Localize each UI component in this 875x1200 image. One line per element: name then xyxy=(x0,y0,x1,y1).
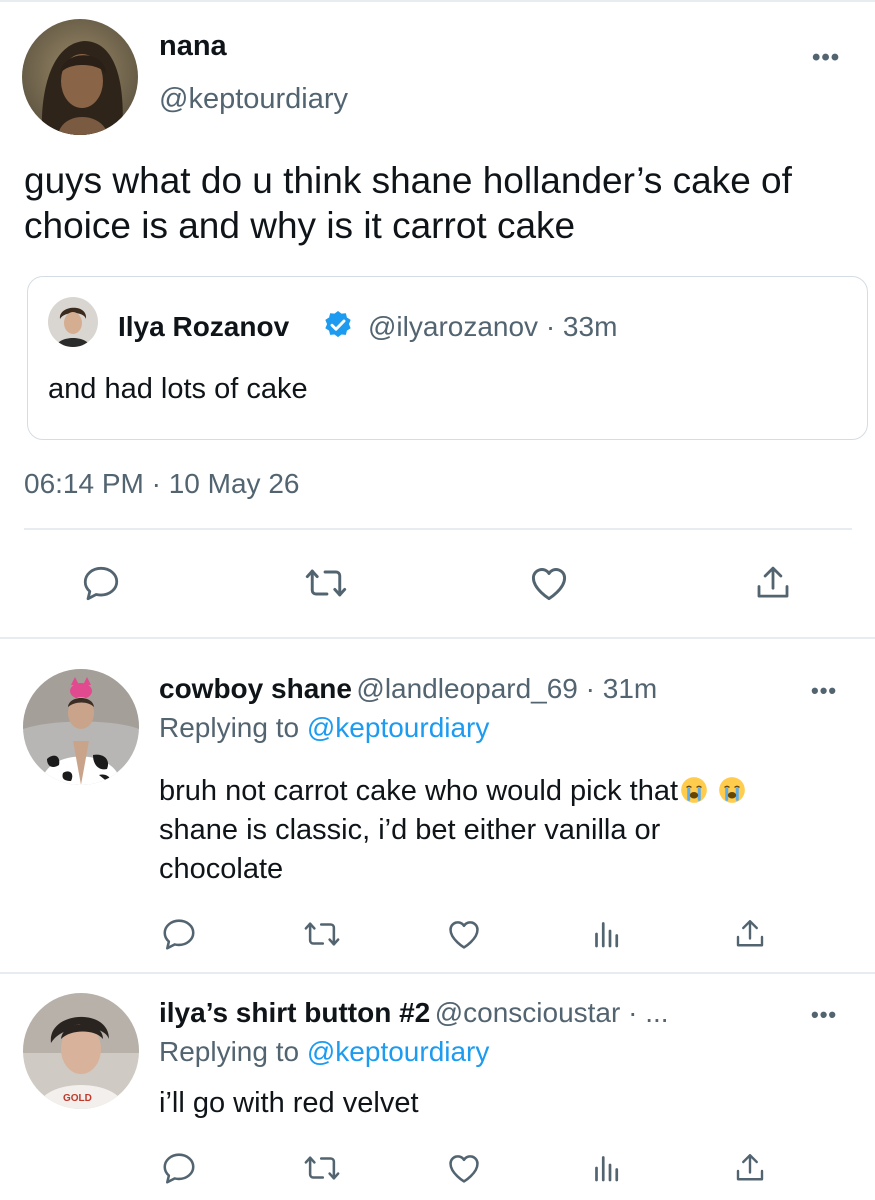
quoted-tweet-card[interactable] xyxy=(27,276,868,440)
like-icon xyxy=(445,915,483,953)
reply-2-reply-button[interactable] xyxy=(159,1148,199,1188)
reply-1-meta[interactable]: @landleopard_69 · 31m xyxy=(356,673,657,704)
share-icon xyxy=(732,1150,768,1186)
retweet-icon xyxy=(304,561,348,605)
retweet-icon xyxy=(303,915,341,953)
retweet-button[interactable] xyxy=(303,560,349,606)
like-button[interactable] xyxy=(526,560,572,606)
reply-1-avatar[interactable] xyxy=(23,669,139,785)
quoted-tweet-text: and had lots of cake xyxy=(48,373,308,405)
like-icon xyxy=(445,1149,483,1187)
main-tweet-text: guys what do u think shane hollander’s c… xyxy=(24,160,792,246)
share-icon xyxy=(732,916,768,952)
reply-1-reply-button[interactable] xyxy=(159,914,199,954)
reply-1-views-button[interactable] xyxy=(587,914,627,954)
reply-1-header: cowboy shane @landleopard_69 · 31m xyxy=(159,672,657,706)
reply-1-mention-link[interactable]: @keptourdiary xyxy=(307,712,490,743)
quoted-author-avatar[interactable] xyxy=(48,297,98,347)
reply-2-meta[interactable]: @conscioustar · ... xyxy=(435,997,669,1028)
reply-2-text: i’ll go with red velvet xyxy=(159,1087,419,1119)
reply-divider xyxy=(0,972,875,974)
share-button[interactable] xyxy=(750,560,796,606)
reply-1-share-button[interactable] xyxy=(730,914,770,954)
more-icon[interactable]: ••• xyxy=(812,46,840,70)
svg-text:GOLD: GOLD xyxy=(63,1093,92,1104)
reply-2-retweet-button[interactable] xyxy=(302,1148,342,1188)
like-icon xyxy=(527,561,571,605)
reply-icon xyxy=(160,915,198,953)
main-author-handle[interactable]: @keptourdiary xyxy=(159,82,348,116)
main-author-avatar[interactable] xyxy=(22,19,138,135)
reply-2-like-button[interactable] xyxy=(444,1148,484,1188)
reply-2-mention-link[interactable]: @keptourdiary xyxy=(307,1036,490,1067)
reply-1-replying-to: Replying to @keptourdiary xyxy=(159,712,490,743)
top-divider xyxy=(0,0,875,2)
reply-button[interactable] xyxy=(78,560,124,606)
share-icon xyxy=(752,562,794,604)
reply-1-text-line1: bruh not carrot cake who would pick that xyxy=(159,775,679,807)
views-icon xyxy=(589,916,625,952)
reply-2-avatar[interactable]: GOLD xyxy=(23,993,139,1109)
reply-1-more-icon[interactable]: ••• xyxy=(811,680,837,702)
tweet-divider xyxy=(0,637,875,639)
reply-icon xyxy=(160,1149,198,1187)
loudly-crying-face-emoji-2 xyxy=(718,776,746,804)
reply-2-replying-to: Replying to @keptourdiary xyxy=(159,1036,490,1067)
main-author-name[interactable]: nana xyxy=(159,29,227,63)
tweet-timestamp[interactable]: 06:14 PM · 10 May 26 xyxy=(24,468,299,500)
reply-2-views-button[interactable] xyxy=(587,1148,627,1188)
loudly-crying-face-emoji xyxy=(680,776,708,804)
reply-2-share-button[interactable] xyxy=(730,1148,770,1188)
reply-2-author-name[interactable]: ilya’s shirt button #2 xyxy=(159,997,430,1028)
quoted-author-handle[interactable]: @ilyarozanov · 33m xyxy=(368,311,617,343)
verified-badge-icon xyxy=(322,309,354,341)
reply-2-header: ilya’s shirt button #2 @conscioustar · .… xyxy=(159,996,669,1030)
quoted-author-name[interactable]: Ilya Rozanov xyxy=(118,311,289,343)
reply-1-text: bruh not carrot cake who would pick that… xyxy=(159,772,859,889)
reply-1-retweet-button[interactable] xyxy=(302,914,342,954)
action-divider xyxy=(24,528,852,530)
views-icon xyxy=(589,1150,625,1186)
reply-1-text-line3: chocolate xyxy=(159,853,284,885)
reply-1-text-line2: shane is classic, i’d bet either vanilla… xyxy=(159,814,661,846)
reply-1-author-name[interactable]: cowboy shane xyxy=(159,673,352,704)
retweet-icon xyxy=(303,1149,341,1187)
reply-1-like-button[interactable] xyxy=(444,914,484,954)
reply-icon xyxy=(80,562,122,604)
reply-2-more-icon[interactable]: ••• xyxy=(811,1004,837,1026)
